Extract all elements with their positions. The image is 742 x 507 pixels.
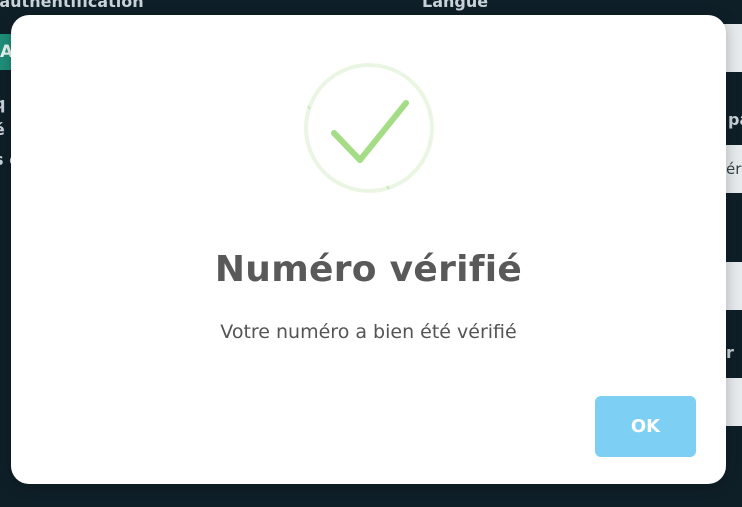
- two-factor-auth-label: ble authentification: [0, 0, 144, 11]
- side-text: é: [0, 120, 5, 139]
- dialog-title: Numéro vérifié: [214, 249, 523, 290]
- language-label: Langue: [422, 0, 489, 11]
- success-check-icon: [303, 62, 435, 194]
- dialog-message: Votre numéro a bien été vérifié: [220, 321, 517, 343]
- side-text: q: [0, 94, 5, 113]
- field-label: r: [726, 343, 734, 362]
- ok-button[interactable]: OK: [595, 396, 696, 457]
- field-label: pa: [728, 110, 742, 129]
- success-dialog: Numéro vérifié Votre numéro a bien été v…: [11, 15, 726, 484]
